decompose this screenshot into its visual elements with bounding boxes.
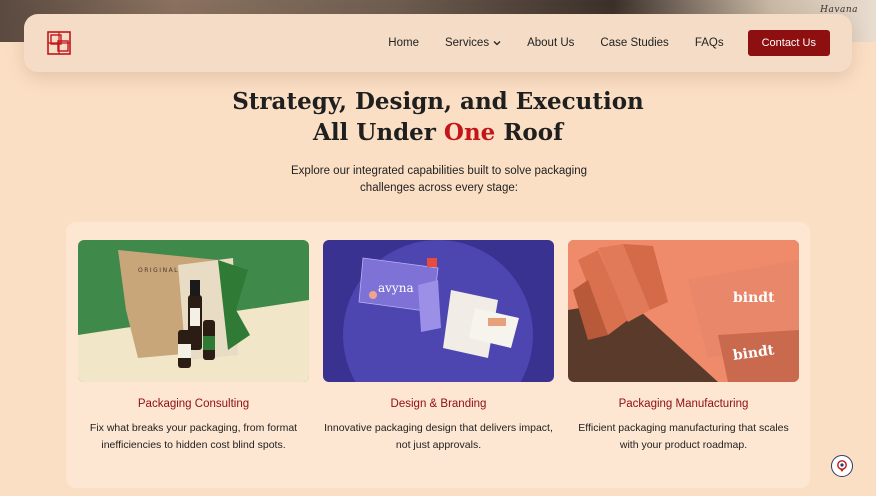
title-line-2-start: All Under [312,119,444,146]
title-line-1: Strategy, Design, and Execution [232,88,644,115]
hero-subtitle: Explore our integrated capabilities buil… [291,165,587,194]
card-description: Fix what breaks your packaging, from for… [89,422,298,451]
capabilities-panel: ORIGINAL Packaging Consulting Fix what b… [66,222,810,488]
nav-services-dropdown[interactable]: Services [445,37,501,49]
title-accent-word: One [443,119,496,146]
nav-faqs-label: FAQs [694,37,724,49]
capability-card-consulting[interactable]: ORIGINAL Packaging Consulting Fix what b… [78,240,309,454]
card-title[interactable]: Design & Branding [323,398,554,410]
nav-case-studies-link[interactable]: Case Studies [600,37,668,49]
nav-faqs-link[interactable]: FAQs [695,37,724,49]
design-image: avyna [323,240,554,382]
consulting-image: ORIGINAL [78,240,309,382]
contact-us-button[interactable]: Contact Us [747,30,830,56]
manufacturing-image-text: bindt [733,290,775,306]
nav-home-link[interactable]: Home [388,37,419,49]
consulting-image-text: ORIGINAL [138,267,179,274]
title-line-2-end: Roof [495,119,564,146]
card-title[interactable]: Packaging Manufacturing [568,398,799,410]
capability-card-design[interactable]: avyna Design & Branding Innovative packa… [323,240,554,454]
design-image-text: avyna [378,281,414,295]
navbar: Home Services About Us Case Studies FAQs… [24,14,852,72]
nav-home-label: Home [388,37,419,49]
manufacturing-image: bindt bindt [568,240,799,382]
card-description: Innovative packaging design that deliver… [324,422,553,451]
nav-about-label: About Us [527,37,575,49]
nav-case-studies-label: Case Studies [600,37,669,49]
card-title[interactable]: Packaging Consulting [78,398,309,410]
capability-card-manufacturing[interactable]: bindt bindt Packaging Manufacturing Effi… [568,240,799,454]
box-logo-icon[interactable] [46,29,74,57]
nav-links: Home Services About Us Case Studies FAQs… [388,30,830,56]
chevron-down-icon [493,41,501,46]
nav-services-label: Services [444,37,490,49]
nav-about-link[interactable]: About Us [527,37,574,49]
page-title: Strategy, Design, and Execution All Unde… [0,86,876,148]
chat-support-icon[interactable] [831,455,853,477]
card-description: Efficient packaging manufacturing that s… [578,422,789,451]
